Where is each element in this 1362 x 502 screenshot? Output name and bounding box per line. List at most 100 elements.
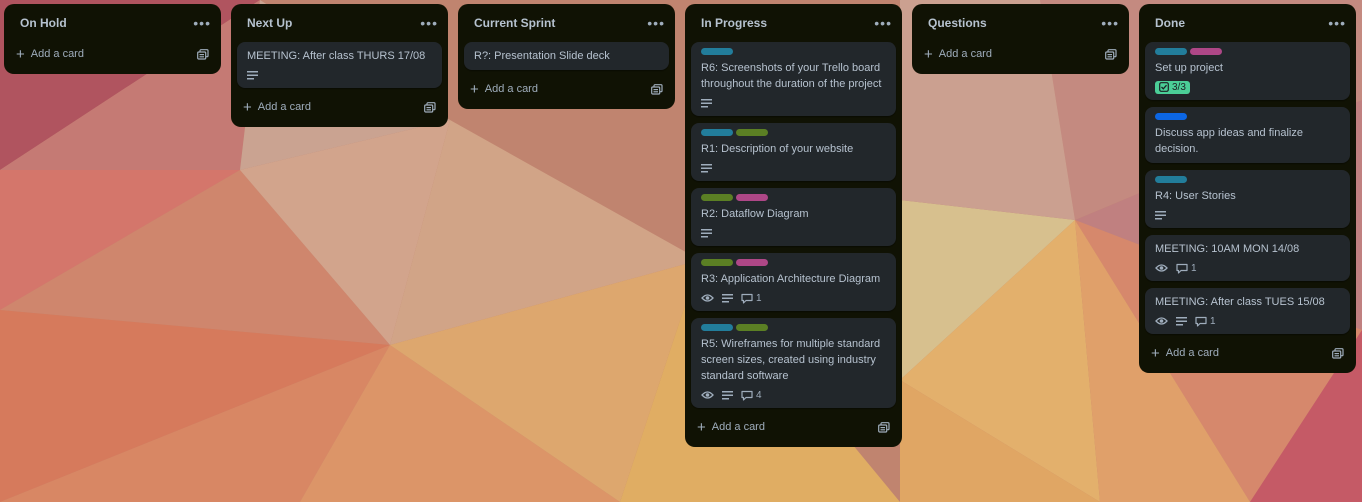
comment-icon <box>741 390 753 401</box>
card-badges <box>701 96 886 110</box>
label-magenta[interactable] <box>736 259 768 266</box>
label-green[interactable] <box>701 259 733 266</box>
label-teal[interactable] <box>701 48 733 55</box>
label-magenta[interactable] <box>736 194 768 201</box>
list-title[interactable]: Done <box>1155 16 1185 30</box>
card-template-icon[interactable] <box>1105 48 1117 60</box>
card-title: R1: Description of your website <box>701 143 854 155</box>
card-title: Set up project <box>1155 62 1223 74</box>
card-badges <box>701 226 886 240</box>
card[interactable]: R6: Screenshots of your Trello board thr… <box>691 42 896 116</box>
list-questions: Questions ••• + Add a card <box>912 4 1129 74</box>
add-card-row: + Add a card <box>918 42 1123 66</box>
plus-icon: + <box>697 418 706 436</box>
add-card-button[interactable]: + Add a card <box>697 420 765 435</box>
card-template-icon[interactable] <box>424 101 436 113</box>
card-template-icon[interactable] <box>1332 347 1344 359</box>
description-icon <box>722 293 733 303</box>
list-header: Questions ••• <box>918 4 1123 42</box>
plus-icon: + <box>243 98 252 116</box>
label-green[interactable] <box>736 324 768 331</box>
list-header: Current Sprint ••• <box>464 4 669 42</box>
comments-badge: 4 <box>741 390 762 401</box>
list-title[interactable]: Questions <box>928 16 987 30</box>
list-menu-icon[interactable]: ••• <box>647 16 665 30</box>
card[interactable]: R3: Application Architecture Diagram 1 <box>691 253 896 311</box>
label-teal[interactable] <box>701 324 733 331</box>
card-badges: 4 <box>701 388 886 402</box>
card[interactable]: R?: Presentation Slide deck <box>464 42 669 70</box>
add-card-button[interactable]: + Add a card <box>243 100 311 115</box>
list-header: Next Up ••• <box>237 4 442 42</box>
add-card-row: + Add a card <box>691 415 896 439</box>
card-labels <box>701 259 886 266</box>
card-template-icon[interactable] <box>197 48 209 60</box>
list-menu-icon[interactable]: ••• <box>193 16 211 30</box>
eye-icon <box>1155 316 1168 326</box>
label-green[interactable] <box>736 129 768 136</box>
card[interactable]: Set up project 3/3 <box>1145 42 1350 100</box>
label-green[interactable] <box>701 194 733 201</box>
card-labels <box>701 194 886 201</box>
list-menu-icon[interactable]: ••• <box>420 16 438 30</box>
card[interactable]: MEETING: 10AM MON 14/08 1 <box>1145 235 1350 281</box>
add-card-label: Add a card <box>257 101 311 113</box>
card[interactable]: R2: Dataflow Diagram <box>691 188 896 246</box>
card-labels <box>1155 48 1340 55</box>
card-badges <box>701 161 886 175</box>
list-title[interactable]: In Progress <box>701 16 767 30</box>
add-card-label: Add a card <box>1165 347 1219 359</box>
description-icon <box>1176 316 1187 326</box>
label-magenta[interactable] <box>1190 48 1222 55</box>
board: On Hold ••• + Add a card Next Up ••• MEETING: … <box>4 4 1356 447</box>
card-title: Discuss app ideas and finalize decision. <box>1155 127 1303 155</box>
card-title: MEETING: 10AM MON 14/08 <box>1155 243 1300 255</box>
list-menu-icon[interactable]: ••• <box>1101 16 1119 30</box>
list-menu-icon[interactable]: ••• <box>1328 16 1346 30</box>
add-card-button[interactable]: + Add a card <box>16 47 84 62</box>
list-title[interactable]: Current Sprint <box>474 16 555 30</box>
label-teal[interactable] <box>1155 48 1187 55</box>
list-title[interactable]: On Hold <box>20 16 67 30</box>
label-teal[interactable] <box>1155 176 1187 183</box>
card[interactable]: MEETING: After class THURS 17/08 <box>237 42 442 88</box>
list-in-progress: In Progress ••• R6: Screenshots of your Tr… <box>685 4 902 447</box>
description-icon <box>701 228 712 238</box>
card-template-icon[interactable] <box>651 83 663 95</box>
card[interactable]: R4: User Stories <box>1145 170 1350 228</box>
list-menu-icon[interactable]: ••• <box>874 16 892 30</box>
add-card-button[interactable]: + Add a card <box>924 47 992 62</box>
label-blue[interactable] <box>1155 113 1187 120</box>
card[interactable]: R1: Description of your website <box>691 123 896 181</box>
card-title: R2: Dataflow Diagram <box>701 208 809 220</box>
eye-icon <box>1155 263 1168 273</box>
add-card-button[interactable]: + Add a card <box>470 82 538 97</box>
card[interactable]: R5: Wireframes for multiple standard scr… <box>691 318 896 408</box>
card-title: R?: Presentation Slide deck <box>474 50 610 62</box>
card[interactable]: MEETING: After class TUES 15/08 1 <box>1145 288 1350 334</box>
list-header: Done ••• <box>1145 4 1350 42</box>
card-badges <box>247 68 432 82</box>
card-title: R5: Wireframes for multiple standard scr… <box>701 338 881 382</box>
comment-count: 1 <box>1191 262 1197 274</box>
add-card-label: Add a card <box>30 48 84 60</box>
comment-icon <box>741 293 753 304</box>
card-badges: 3/3 <box>1155 80 1340 94</box>
card[interactable]: Discuss app ideas and finalize decision. <box>1145 107 1350 163</box>
comment-count: 1 <box>1210 315 1216 327</box>
add-card-row: + Add a card <box>10 42 215 66</box>
card-title: R6: Screenshots of your Trello board thr… <box>701 62 882 90</box>
card-title: R3: Application Architecture Diagram <box>701 273 881 285</box>
list-header: On Hold ••• <box>10 4 215 42</box>
add-card-row: + Add a card <box>237 95 442 119</box>
card-template-icon[interactable] <box>878 421 890 433</box>
label-teal[interactable] <box>701 129 733 136</box>
add-card-button[interactable]: + Add a card <box>1151 346 1219 361</box>
list-title[interactable]: Next Up <box>247 16 292 30</box>
add-card-label: Add a card <box>938 48 992 60</box>
card-labels <box>701 324 886 331</box>
checklist-icon <box>1159 82 1169 92</box>
add-card-row: + Add a card <box>1145 341 1350 365</box>
card-badges: 1 <box>1155 261 1340 275</box>
description-icon <box>701 98 712 108</box>
